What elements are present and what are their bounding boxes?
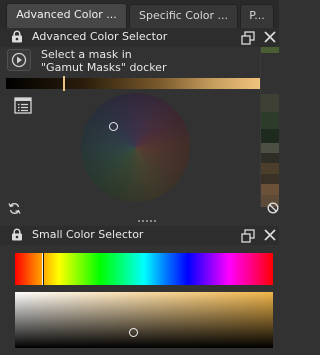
wheel-cursor[interactable] bbox=[109, 122, 118, 131]
history-swatch[interactable] bbox=[261, 112, 279, 129]
advanced-panel-title: Advanced Color Selector bbox=[32, 30, 168, 43]
tab-label: P... bbox=[249, 9, 265, 22]
history-swatch[interactable] bbox=[261, 184, 279, 195]
tab-palette[interactable]: P... bbox=[240, 4, 274, 28]
tab-label: Advanced Color ... bbox=[16, 8, 117, 21]
refresh-icon[interactable] bbox=[8, 202, 21, 218]
saturation-value-square[interactable] bbox=[15, 292, 273, 348]
history-swatch[interactable] bbox=[261, 174, 279, 184]
lightness-strip[interactable] bbox=[6, 78, 262, 89]
hue-cursor[interactable] bbox=[42, 253, 44, 285]
history-swatch[interactable] bbox=[261, 163, 279, 174]
selector-settings-icon[interactable] bbox=[14, 97, 32, 117]
gamut-mask-message: Select a mask in "Gamut Masks" docker bbox=[41, 48, 166, 74]
close-icon[interactable] bbox=[264, 229, 276, 241]
tab-specific-color-selector[interactable]: Specific Color ... bbox=[129, 4, 238, 28]
float-icon[interactable] bbox=[241, 31, 255, 45]
tab-label: Specific Color ... bbox=[138, 9, 228, 22]
history-swatch[interactable] bbox=[261, 129, 279, 143]
gamut-mask-icon bbox=[11, 52, 27, 71]
history-swatch[interactable] bbox=[261, 153, 279, 163]
lock-icon[interactable] bbox=[11, 228, 23, 241]
hsv-color-wheel[interactable] bbox=[81, 93, 190, 202]
hue-strip[interactable] bbox=[15, 253, 273, 285]
history-spacer bbox=[261, 53, 279, 94]
sv-cursor[interactable] bbox=[129, 328, 138, 337]
small-panel-title: Small Color Selector bbox=[32, 228, 144, 241]
mask-message-line1: Select a mask in bbox=[41, 48, 132, 61]
panel-splitter-handle[interactable] bbox=[138, 220, 156, 222]
mask-message-line2: "Gamut Masks" docker bbox=[41, 61, 167, 74]
lightness-strip-cursor[interactable] bbox=[63, 76, 65, 91]
clear-history-icon[interactable] bbox=[267, 202, 279, 217]
float-icon[interactable] bbox=[241, 229, 255, 243]
tab-advanced-color-selector[interactable]: Advanced Color ... bbox=[6, 3, 127, 28]
close-icon[interactable] bbox=[264, 31, 276, 43]
advanced-panel-header: Advanced Color Selector bbox=[0, 28, 279, 47]
history-swatch[interactable] bbox=[261, 143, 279, 153]
lock-icon[interactable] bbox=[11, 30, 23, 43]
color-history-strip bbox=[260, 47, 279, 207]
gamut-mask-toggle-button[interactable] bbox=[7, 49, 31, 71]
small-panel-header: Small Color Selector bbox=[0, 226, 279, 245]
history-swatch[interactable] bbox=[261, 94, 279, 112]
docker-tab-bar: Advanced Color ... Specific Color ... P.… bbox=[0, 0, 279, 28]
